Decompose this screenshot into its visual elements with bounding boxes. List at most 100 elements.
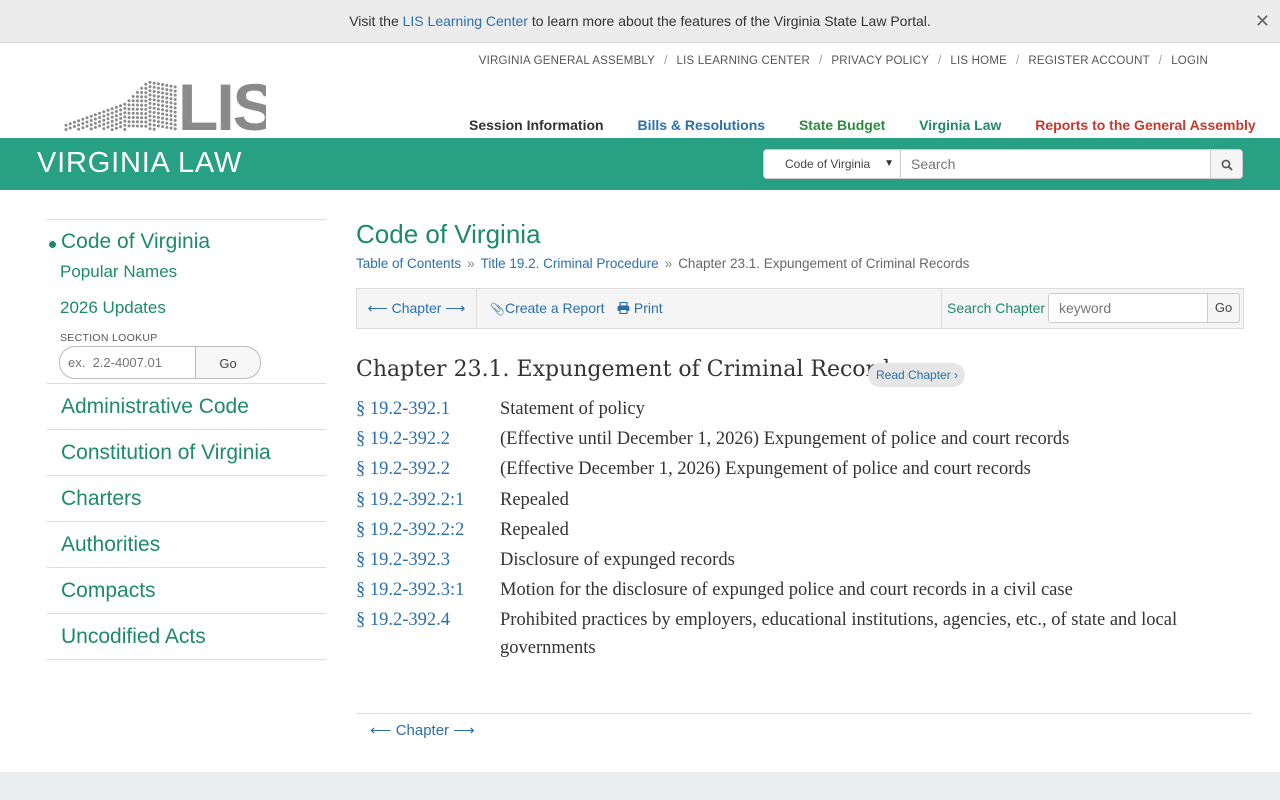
search-chapter: Search Chapter Go bbox=[941, 289, 1244, 328]
search-icon bbox=[1221, 159, 1233, 171]
breadcrumb-separator: » bbox=[467, 256, 475, 271]
top-nav-login[interactable]: LOGIN bbox=[1171, 55, 1208, 67]
section-title: Repealed bbox=[500, 519, 569, 540]
chevron-down-icon: ▼ bbox=[884, 158, 894, 169]
section-link[interactable]: § 19.2-392.2:2 bbox=[356, 515, 464, 545]
top-nav-lis-home[interactable]: LIS HOME bbox=[950, 55, 1007, 67]
breadcrumb-table-of-contents[interactable]: Table of Contents bbox=[356, 256, 461, 271]
sidebar-item-code-of-virginia[interactable]: Code of Virginia bbox=[47, 220, 326, 254]
divider bbox=[356, 713, 1252, 714]
sidebar-item-popular-names[interactable]: Popular Names bbox=[60, 254, 326, 290]
close-icon[interactable]: ✕ bbox=[1255, 0, 1270, 43]
paperclip-icon: 📎 bbox=[490, 302, 505, 316]
section-title: Statement of policy bbox=[500, 399, 645, 419]
section-row: § 19.2-392.3 Disclosure of expunged reco… bbox=[356, 545, 1256, 575]
sidebar-item-constitution[interactable]: Constitution of Virginia bbox=[47, 429, 326, 475]
chevron-right-icon: › bbox=[950, 368, 959, 382]
chapter-toolbar: ⟵ Chapter ⟶ 📎Create a Report Print Searc… bbox=[356, 288, 1244, 329]
footer bbox=[0, 772, 1280, 800]
lis-logo[interactable]: LIS bbox=[64, 74, 266, 132]
arrow-left-icon[interactable]: ⟵ bbox=[368, 300, 388, 316]
main-nav: Session Information Bills & Resolutions … bbox=[469, 117, 1280, 133]
print-icon bbox=[617, 301, 630, 315]
search-button[interactable] bbox=[1211, 149, 1243, 179]
section-lookup-label: SECTION LOOKUP bbox=[60, 332, 158, 344]
create-report-label: Create a Report bbox=[504, 300, 605, 316]
arrow-right-icon[interactable]: ⟶ bbox=[445, 300, 465, 316]
notice-prefix: Visit the bbox=[349, 13, 399, 29]
chapter-nav: ⟵ Chapter ⟶ bbox=[357, 289, 477, 328]
section-title: (Effective until December 1, 2026) Expun… bbox=[500, 429, 1070, 450]
section-link[interactable]: § 19.2-392.2:1 bbox=[356, 485, 464, 515]
chapter-heading: Chapter 23.1. Expungement of Criminal Re… bbox=[356, 357, 902, 382]
section-link[interactable]: § 19.2-392.4 bbox=[356, 605, 450, 635]
read-chapter-button[interactable]: Read Chapter › bbox=[868, 363, 966, 387]
search-scope-value: Code of Virginia bbox=[785, 157, 871, 171]
sidebar: Code of Virginia Popular Names 2026 Upda… bbox=[47, 219, 326, 660]
section-link[interactable]: § 19.2-392.3 bbox=[356, 545, 450, 575]
active-dot-icon bbox=[49, 241, 56, 248]
bottom-chapter-label: Chapter bbox=[395, 722, 450, 739]
top-nav-privacy-policy[interactable]: PRIVACY POLICY bbox=[831, 55, 929, 67]
notice-bar: Visit the LIS Learning Center to learn m… bbox=[0, 0, 1280, 43]
nav-reports[interactable]: Reports to the General Assembly bbox=[1035, 117, 1255, 133]
banner-title: VIRGINIA LAW bbox=[37, 147, 243, 179]
nav-state-budget[interactable]: State Budget bbox=[799, 117, 885, 133]
print-button[interactable]: Print bbox=[617, 289, 663, 328]
top-nav-learning-center[interactable]: LIS LEARNING CENTER bbox=[676, 55, 810, 67]
section-title: (Effective December 1, 2026) Expungement… bbox=[500, 459, 1031, 480]
section-row: § 19.2-392.2:2 Repealed bbox=[356, 515, 1256, 545]
section-lookup-input[interactable] bbox=[59, 346, 196, 379]
section-row: § 19.2-392.4 Prohibited practices by emp… bbox=[356, 605, 1256, 662]
sidebar-item-charters[interactable]: Charters bbox=[47, 475, 326, 521]
section-row: § 19.2-392.2 (Effective December 1, 2026… bbox=[356, 454, 1256, 484]
notice-suffix: to learn more about the features of the … bbox=[531, 13, 931, 29]
section-title: Motion for the disclosure of expunged po… bbox=[500, 580, 1073, 601]
search-chapter-input[interactable] bbox=[1048, 293, 1208, 323]
arrow-right-icon[interactable]: ⟶ bbox=[453, 722, 475, 739]
breadcrumb-current: Chapter 23.1. Expungement of Criminal Re… bbox=[678, 256, 970, 271]
section-link[interactable]: § 19.2-392.1 bbox=[356, 394, 450, 424]
nav-session-information[interactable]: Session Information bbox=[469, 117, 604, 133]
nav-virginia-law[interactable]: Virginia Law bbox=[919, 117, 1001, 133]
section-link[interactable]: § 19.2-392.3:1 bbox=[356, 575, 464, 605]
breadcrumb-title[interactable]: Title 19.2. Criminal Procedure bbox=[481, 256, 659, 271]
section-row: § 19.2-392.1 Statement of policy bbox=[356, 394, 1256, 424]
chapter-nav-label: Chapter bbox=[391, 300, 442, 316]
virginia-map-icon bbox=[64, 80, 177, 132]
sidebar-item-2026-updates[interactable]: 2026 Updates bbox=[60, 290, 326, 326]
read-chapter-label: Read Chapter bbox=[876, 368, 951, 382]
top-nav: VIRGINIA GENERAL ASSEMBLY / LIS LEARNING C… bbox=[478, 55, 1208, 67]
arrow-left-icon[interactable]: ⟵ bbox=[370, 722, 392, 739]
nav-bills-resolutions[interactable]: Bills & Resolutions bbox=[637, 117, 765, 133]
breadcrumb-separator: » bbox=[664, 256, 673, 271]
virginia-law-banner: VIRGINIA LAW Code of Virginia ▼ bbox=[0, 138, 1280, 190]
breadcrumb: Table of Contents » Title 19.2. Criminal P… bbox=[356, 256, 969, 271]
search-chapter-label: Search Chapter bbox=[947, 300, 1046, 316]
top-nav-general-assembly[interactable]: VIRGINIA GENERAL ASSEMBLY bbox=[479, 55, 655, 67]
sidebar-current-label: Code of Virginia bbox=[61, 230, 211, 253]
section-title: Repealed bbox=[500, 489, 569, 510]
logo-text: LIS bbox=[178, 74, 266, 132]
section-link[interactable]: § 19.2-392.2 bbox=[356, 424, 450, 454]
section-row: § 19.2-392.2 (Effective until December 1… bbox=[356, 424, 1256, 454]
section-row: § 19.2-392.2:1 Repealed bbox=[356, 485, 1256, 515]
section-lookup-go-button[interactable]: Go bbox=[195, 346, 261, 379]
lis-learning-center-link[interactable]: LIS Learning Center bbox=[403, 13, 528, 29]
sidebar-item-uncodified-acts[interactable]: Uncodified Acts bbox=[47, 613, 326, 660]
section-link[interactable]: § 19.2-392.2 bbox=[356, 454, 450, 484]
section-title: Prohibited practices by employers, educa… bbox=[500, 610, 1178, 659]
sidebar-item-compacts[interactable]: Compacts bbox=[47, 567, 326, 613]
section-row: § 19.2-392.3:1 Motion for the disclosure… bbox=[356, 575, 1256, 605]
top-nav-register[interactable]: REGISTER ACCOUNT bbox=[1028, 55, 1149, 67]
sidebar-item-authorities[interactable]: Authorities bbox=[47, 521, 326, 567]
search-scope-select[interactable]: Code of Virginia ▼ bbox=[763, 149, 901, 179]
create-report-button[interactable]: 📎Create a Report bbox=[490, 289, 605, 329]
sidebar-subitems: Popular Names 2026 Updates bbox=[47, 254, 326, 326]
sidebar-item-administrative-code[interactable]: Administrative Code bbox=[47, 383, 326, 429]
page-title: Code of Virginia bbox=[356, 219, 541, 249]
search-chapter-go-button[interactable]: Go bbox=[1208, 293, 1240, 323]
section-list: § 19.2-392.1 Statement of policy § 19.2-… bbox=[356, 394, 1256, 662]
site-search-input[interactable] bbox=[901, 149, 1211, 179]
section-title: Disclosure of expunged records bbox=[500, 549, 735, 570]
